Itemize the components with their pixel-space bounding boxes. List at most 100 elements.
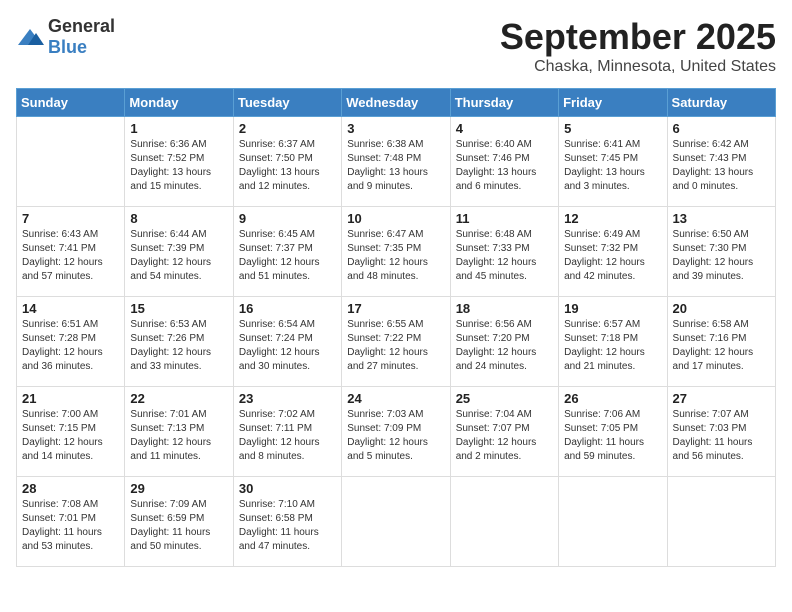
day-info: Sunrise: 6:49 AMSunset: 7:32 PMDaylight:… [564, 228, 661, 284]
day-info: Sunrise: 6:58 AMSunset: 7:16 PMDaylight:… [673, 318, 770, 374]
calendar-cell: 8Sunrise: 6:44 AMSunset: 7:39 PMDaylight… [125, 207, 233, 297]
day-info: Sunrise: 6:43 AMSunset: 7:41 PMDaylight:… [22, 228, 119, 284]
week-row-4: 21 Sunrise: 7:00 AMSunset: 7:15 PMDayligh… [17, 387, 776, 477]
day-info: Sunrise: 7:01 AMSunset: 7:13 PMDaylight:… [130, 408, 227, 464]
month-title: September 2025 [500, 16, 776, 58]
day-number: 29 [130, 481, 227, 496]
day-info: Sunrise: 6:48 AMSunset: 7:33 PMDaylight:… [456, 228, 553, 284]
day-number: 19 [564, 301, 661, 316]
day-number: 9 [239, 211, 336, 226]
day-number: 1 [130, 121, 227, 136]
day-info: Sunrise: 6:56 AMSunset: 7:20 PMDaylight:… [456, 318, 553, 374]
day-info: Sunrise: 6:42 AMSunset: 7:43 PMDaylight:… [673, 138, 770, 194]
day-info: Sunrise: 7:03 AMSunset: 7:09 PMDaylight:… [347, 408, 444, 464]
calendar-cell: 5Sunrise: 6:41 AMSunset: 7:45 PMDaylight… [559, 117, 667, 207]
logo-blue: Blue [48, 37, 87, 57]
calendar-cell: 6 Sunrise: 6:42 AMSunset: 7:43 PMDaylight… [667, 117, 775, 207]
weekday-header-sunday: Sunday [17, 89, 125, 117]
page-header: General Blue September 2025 Chaska, Minn… [16, 16, 776, 76]
day-number: 17 [347, 301, 444, 316]
day-number: 16 [239, 301, 336, 316]
day-info: Sunrise: 6:41 AMSunset: 7:45 PMDaylight:… [564, 138, 661, 194]
calendar-cell [342, 477, 450, 567]
calendar-cell: 19 Sunrise: 6:57 AMSunset: 7:18 PMDayligh… [559, 297, 667, 387]
logo-general: General [48, 16, 115, 36]
calendar-cell: 11 Sunrise: 6:48 AMSunset: 7:33 PMDayligh… [450, 207, 558, 297]
calendar-cell: 15 Sunrise: 6:53 AMSunset: 7:26 PMDayligh… [125, 297, 233, 387]
day-info: Sunrise: 7:08 AMSunset: 7:01 PMDaylight:… [22, 498, 119, 554]
day-info: Sunrise: 6:53 AMSunset: 7:26 PMDaylight:… [130, 318, 227, 374]
weekday-header-monday: Monday [125, 89, 233, 117]
calendar-cell: 27Sunrise: 7:07 AMSunset: 7:03 PMDayligh… [667, 387, 775, 477]
day-number: 15 [130, 301, 227, 316]
day-number: 10 [347, 211, 444, 226]
day-number: 4 [456, 121, 553, 136]
day-number: 3 [347, 121, 444, 136]
day-number: 26 [564, 391, 661, 406]
day-number: 30 [239, 481, 336, 496]
day-info: Sunrise: 7:09 AMSunset: 6:59 PMDaylight:… [130, 498, 227, 554]
logo-text: General Blue [48, 16, 115, 58]
day-info: Sunrise: 6:40 AMSunset: 7:46 PMDaylight:… [456, 138, 553, 194]
day-info: Sunrise: 6:45 AMSunset: 7:37 PMDaylight:… [239, 228, 336, 284]
day-info: Sunrise: 7:06 AMSunset: 7:05 PMDaylight:… [564, 408, 661, 464]
day-number: 7 [22, 211, 119, 226]
weekday-header-thursday: Thursday [450, 89, 558, 117]
day-number: 6 [673, 121, 770, 136]
calendar-cell: 10Sunrise: 6:47 AMSunset: 7:35 PMDayligh… [342, 207, 450, 297]
calendar-cell: 9 Sunrise: 6:45 AMSunset: 7:37 PMDaylight… [233, 207, 341, 297]
day-info: Sunrise: 7:07 AMSunset: 7:03 PMDaylight:… [673, 408, 770, 464]
calendar-cell [17, 117, 125, 207]
day-number: 11 [456, 211, 553, 226]
calendar-cell: 29 Sunrise: 7:09 AMSunset: 6:59 PMDayligh… [125, 477, 233, 567]
logo-icon [16, 27, 44, 47]
calendar-cell: 28 Sunrise: 7:08 AMSunset: 7:01 PMDayligh… [17, 477, 125, 567]
weekday-header-tuesday: Tuesday [233, 89, 341, 117]
weekday-header-friday: Friday [559, 89, 667, 117]
calendar-cell: 20 Sunrise: 6:58 AMSunset: 7:16 PMDayligh… [667, 297, 775, 387]
weekday-header-row: SundayMondayTuesdayWednesdayThursdayFrid… [17, 89, 776, 117]
day-number: 24 [347, 391, 444, 406]
day-number: 12 [564, 211, 661, 226]
day-info: Sunrise: 6:57 AMSunset: 7:18 PMDaylight:… [564, 318, 661, 374]
calendar-cell: 16 Sunrise: 6:54 AMSunset: 7:24 PMDayligh… [233, 297, 341, 387]
calendar-cell: 25Sunrise: 7:04 AMSunset: 7:07 PMDayligh… [450, 387, 558, 477]
day-info: Sunrise: 6:36 AMSunset: 7:52 PMDaylight:… [130, 138, 227, 194]
calendar-cell: 3Sunrise: 6:38 AMSunset: 7:48 PMDaylight… [342, 117, 450, 207]
week-row-5: 28 Sunrise: 7:08 AMSunset: 7:01 PMDayligh… [17, 477, 776, 567]
week-row-3: 14 Sunrise: 6:51 AMSunset: 7:28 PMDayligh… [17, 297, 776, 387]
calendar-cell: 2Sunrise: 6:37 AMSunset: 7:50 PMDaylight… [233, 117, 341, 207]
calendar-cell: 30 Sunrise: 7:10 AMSunset: 6:58 PMDayligh… [233, 477, 341, 567]
day-info: Sunrise: 6:44 AMSunset: 7:39 PMDaylight:… [130, 228, 227, 284]
day-number: 20 [673, 301, 770, 316]
calendar-cell: 7 Sunrise: 6:43 AMSunset: 7:41 PMDaylight… [17, 207, 125, 297]
calendar-cell: 26 Sunrise: 7:06 AMSunset: 7:05 PMDayligh… [559, 387, 667, 477]
day-info: Sunrise: 7:00 AMSunset: 7:15 PMDaylight:… [22, 408, 119, 464]
day-number: 23 [239, 391, 336, 406]
calendar-cell: 22 Sunrise: 7:01 AMSunset: 7:13 PMDayligh… [125, 387, 233, 477]
day-info: Sunrise: 6:50 AMSunset: 7:30 PMDaylight:… [673, 228, 770, 284]
calendar-cell: 21 Sunrise: 7:00 AMSunset: 7:15 PMDayligh… [17, 387, 125, 477]
title-block: September 2025 Chaska, Minnesota, United… [500, 16, 776, 76]
calendar-cell [450, 477, 558, 567]
day-number: 2 [239, 121, 336, 136]
day-number: 14 [22, 301, 119, 316]
day-info: Sunrise: 6:54 AMSunset: 7:24 PMDaylight:… [239, 318, 336, 374]
day-info: Sunrise: 7:10 AMSunset: 6:58 PMDaylight:… [239, 498, 336, 554]
calendar-cell: 1 Sunrise: 6:36 AMSunset: 7:52 PMDaylight… [125, 117, 233, 207]
day-number: 21 [22, 391, 119, 406]
day-info: Sunrise: 7:04 AMSunset: 7:07 PMDaylight:… [456, 408, 553, 464]
calendar-cell: 13 Sunrise: 6:50 AMSunset: 7:30 PMDayligh… [667, 207, 775, 297]
logo: General Blue [16, 16, 115, 58]
day-info: Sunrise: 7:02 AMSunset: 7:11 PMDaylight:… [239, 408, 336, 464]
day-number: 18 [456, 301, 553, 316]
calendar-cell: 14 Sunrise: 6:51 AMSunset: 7:28 PMDayligh… [17, 297, 125, 387]
calendar-cell: 12 Sunrise: 6:49 AMSunset: 7:32 PMDayligh… [559, 207, 667, 297]
calendar-cell: 24 Sunrise: 7:03 AMSunset: 7:09 PMDayligh… [342, 387, 450, 477]
day-info: Sunrise: 6:51 AMSunset: 7:28 PMDaylight:… [22, 318, 119, 374]
day-number: 13 [673, 211, 770, 226]
weekday-header-saturday: Saturday [667, 89, 775, 117]
calendar-table: SundayMondayTuesdayWednesdayThursdayFrid… [16, 88, 776, 567]
day-number: 22 [130, 391, 227, 406]
day-number: 28 [22, 481, 119, 496]
